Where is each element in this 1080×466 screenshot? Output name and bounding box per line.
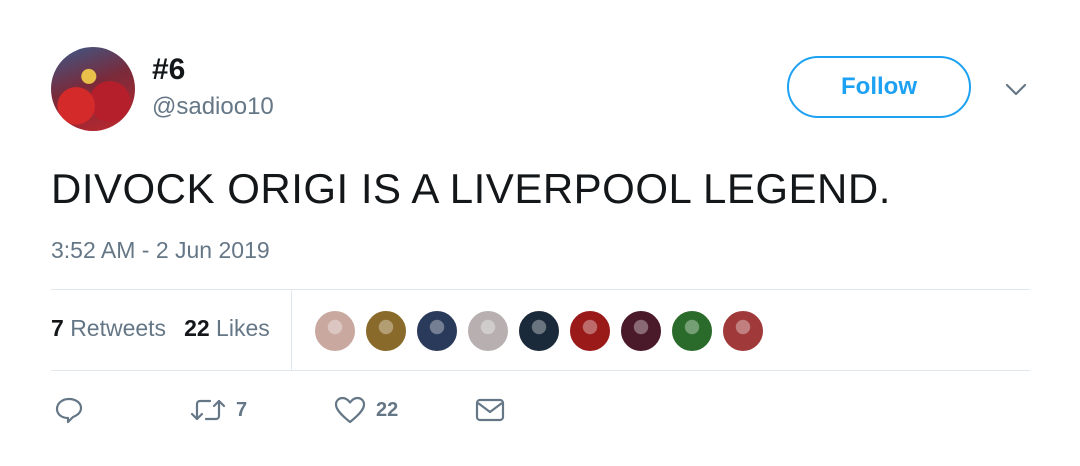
reply-button[interactable]: [54, 395, 84, 425]
like-count: 22: [376, 398, 399, 421]
follow-button[interactable]: Follow: [787, 56, 971, 118]
liker-avatar-1[interactable]: [313, 309, 357, 353]
display-name[interactable]: #6: [152, 52, 185, 88]
liker-avatar-5[interactable]: [517, 309, 561, 353]
liker-avatar-9[interactable]: [721, 309, 765, 353]
user-handle[interactable]: @sadioo10: [152, 92, 274, 122]
likes-label: Likes: [216, 315, 270, 341]
liker-avatar-4[interactable]: [466, 309, 510, 353]
like-button[interactable]: 22: [334, 395, 398, 425]
retweets-count: 7: [51, 315, 64, 341]
tweet-stats: 7 Retweets 22 Likes: [51, 313, 270, 343]
tweet-timestamp[interactable]: 3:52 AM - 2 Jun 2019: [51, 235, 270, 265]
liker-avatars: [313, 309, 772, 353]
liker-avatar-8[interactable]: [670, 309, 714, 353]
divider: [51, 370, 1030, 371]
vertical-divider: [291, 290, 292, 370]
retweets-label: Retweets: [70, 315, 167, 341]
retweet-count: 7: [236, 398, 248, 421]
reply-icon: [55, 397, 83, 424]
liker-avatar-3[interactable]: [415, 309, 459, 353]
tweet-text: DIVOCK ORIGI IS A LIVERPOOL LEGEND.: [51, 165, 891, 212]
retweet-icon: [190, 399, 226, 421]
likes-stat[interactable]: 22 Likes: [184, 313, 270, 343]
liker-avatar-6[interactable]: [568, 309, 612, 353]
tweet-actions: 7 22: [54, 395, 554, 429]
envelope-icon: [475, 398, 505, 422]
avatar[interactable]: [51, 47, 135, 131]
retweet-button[interactable]: 7: [190, 395, 247, 425]
retweets-stat[interactable]: 7 Retweets: [51, 313, 166, 343]
heart-icon: [334, 396, 366, 424]
liker-avatar-7[interactable]: [619, 309, 663, 353]
liker-avatar-2[interactable]: [364, 309, 408, 353]
likes-count: 22: [184, 315, 210, 341]
divider: [51, 289, 1030, 290]
chevron-down-icon[interactable]: [1004, 80, 1028, 100]
direct-message-button[interactable]: [474, 395, 506, 425]
